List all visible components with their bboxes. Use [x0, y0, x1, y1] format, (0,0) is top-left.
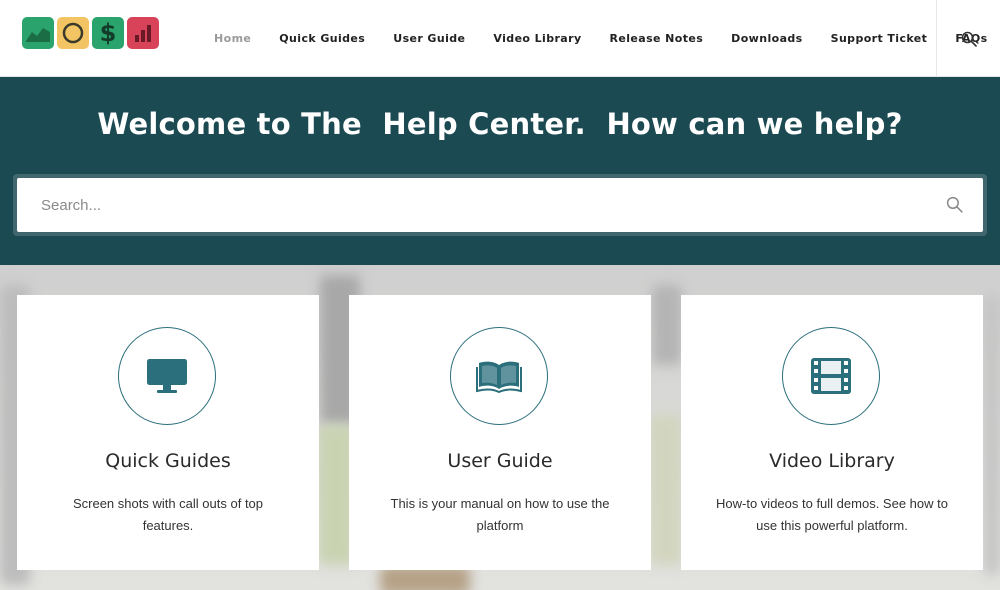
search-bar-frame — [13, 174, 987, 236]
monitor-icon — [147, 359, 187, 393]
dollar-icon: $ — [92, 17, 124, 49]
chart-line-icon — [22, 17, 54, 49]
search-input[interactable] — [17, 178, 917, 232]
hero-title: Welcome to The Help Center. How can we h… — [97, 107, 903, 141]
main-nav: Home Quick Guides User Guide Video Libra… — [200, 0, 1000, 77]
search-icon — [961, 31, 977, 47]
header-search-button[interactable] — [936, 0, 1000, 77]
card-title: Quick Guides — [105, 450, 231, 472]
dollar-glyph: $ — [99, 19, 117, 47]
card-quick-guides[interactable]: Quick Guides Screen shots with call outs… — [17, 295, 319, 570]
site-header: $ Home Quick Guides User Guide Video Lib… — [0, 0, 1000, 77]
nav-item-user-guide[interactable]: User Guide — [393, 32, 465, 45]
hero-banner: Welcome to The Help Center. How can we h… — [0, 77, 1000, 265]
search-icon[interactable] — [946, 196, 963, 213]
card-description: Screen shots with call outs of top featu… — [72, 496, 264, 533]
brand-logo[interactable]: $ — [22, 17, 159, 49]
search-bar — [17, 178, 983, 232]
nav-item-video-library[interactable]: Video Library — [493, 32, 581, 45]
bar-chart-icon — [127, 17, 159, 49]
nav-item-release-notes[interactable]: Release Notes — [610, 32, 704, 45]
card-title: Video Library — [769, 450, 895, 472]
film-icon — [811, 358, 851, 394]
nav-item-home[interactable]: Home — [214, 32, 251, 45]
card-description: This is your manual on how to use the pl… — [390, 496, 610, 533]
card-user-guide[interactable]: User Guide This is your manual on how to… — [349, 295, 651, 570]
circle-icon — [57, 17, 89, 49]
book-icon — [476, 361, 522, 393]
card-video-library[interactable]: Video Library How-to videos to full demo… — [681, 295, 983, 570]
card-icon-circle — [782, 327, 880, 425]
card-icon-circle — [118, 327, 216, 425]
nav-item-support-ticket[interactable]: Support Ticket — [831, 32, 928, 45]
card-title: User Guide — [447, 450, 553, 472]
nav-item-downloads[interactable]: Downloads — [731, 32, 802, 45]
card-description: How-to videos to full demos. See how to … — [716, 496, 948, 533]
nav-item-quick-guides[interactable]: Quick Guides — [279, 32, 365, 45]
card-icon-circle — [450, 327, 548, 425]
